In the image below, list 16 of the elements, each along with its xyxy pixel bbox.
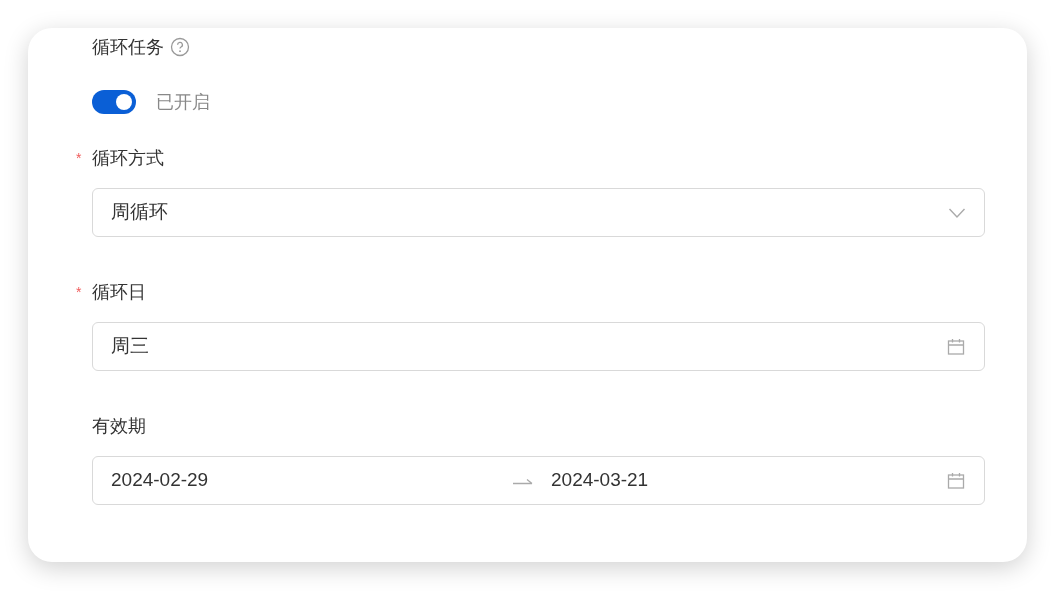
calendar-icon [946,470,966,491]
required-mark: * [76,149,82,168]
toggle-status: 已开启 [156,90,210,114]
field-label: 循环日 [92,280,146,304]
required-mark: * [76,283,82,302]
arrow-right-icon [513,476,533,485]
select-field[interactable]: 周循环 [92,188,985,237]
help-icon [170,37,190,57]
field-label: 循环任务 [92,35,164,59]
toggle-switch[interactable] [92,90,136,114]
date-range-field[interactable]: 2024-02-29 2024-03-21 [92,456,985,505]
field-label: 有效期 [92,414,146,438]
date-field[interactable]: 周三 [92,322,985,371]
calendar-icon [946,336,966,357]
chevron-down-icon [948,206,966,219]
field-label: 循环方式 [92,146,164,170]
